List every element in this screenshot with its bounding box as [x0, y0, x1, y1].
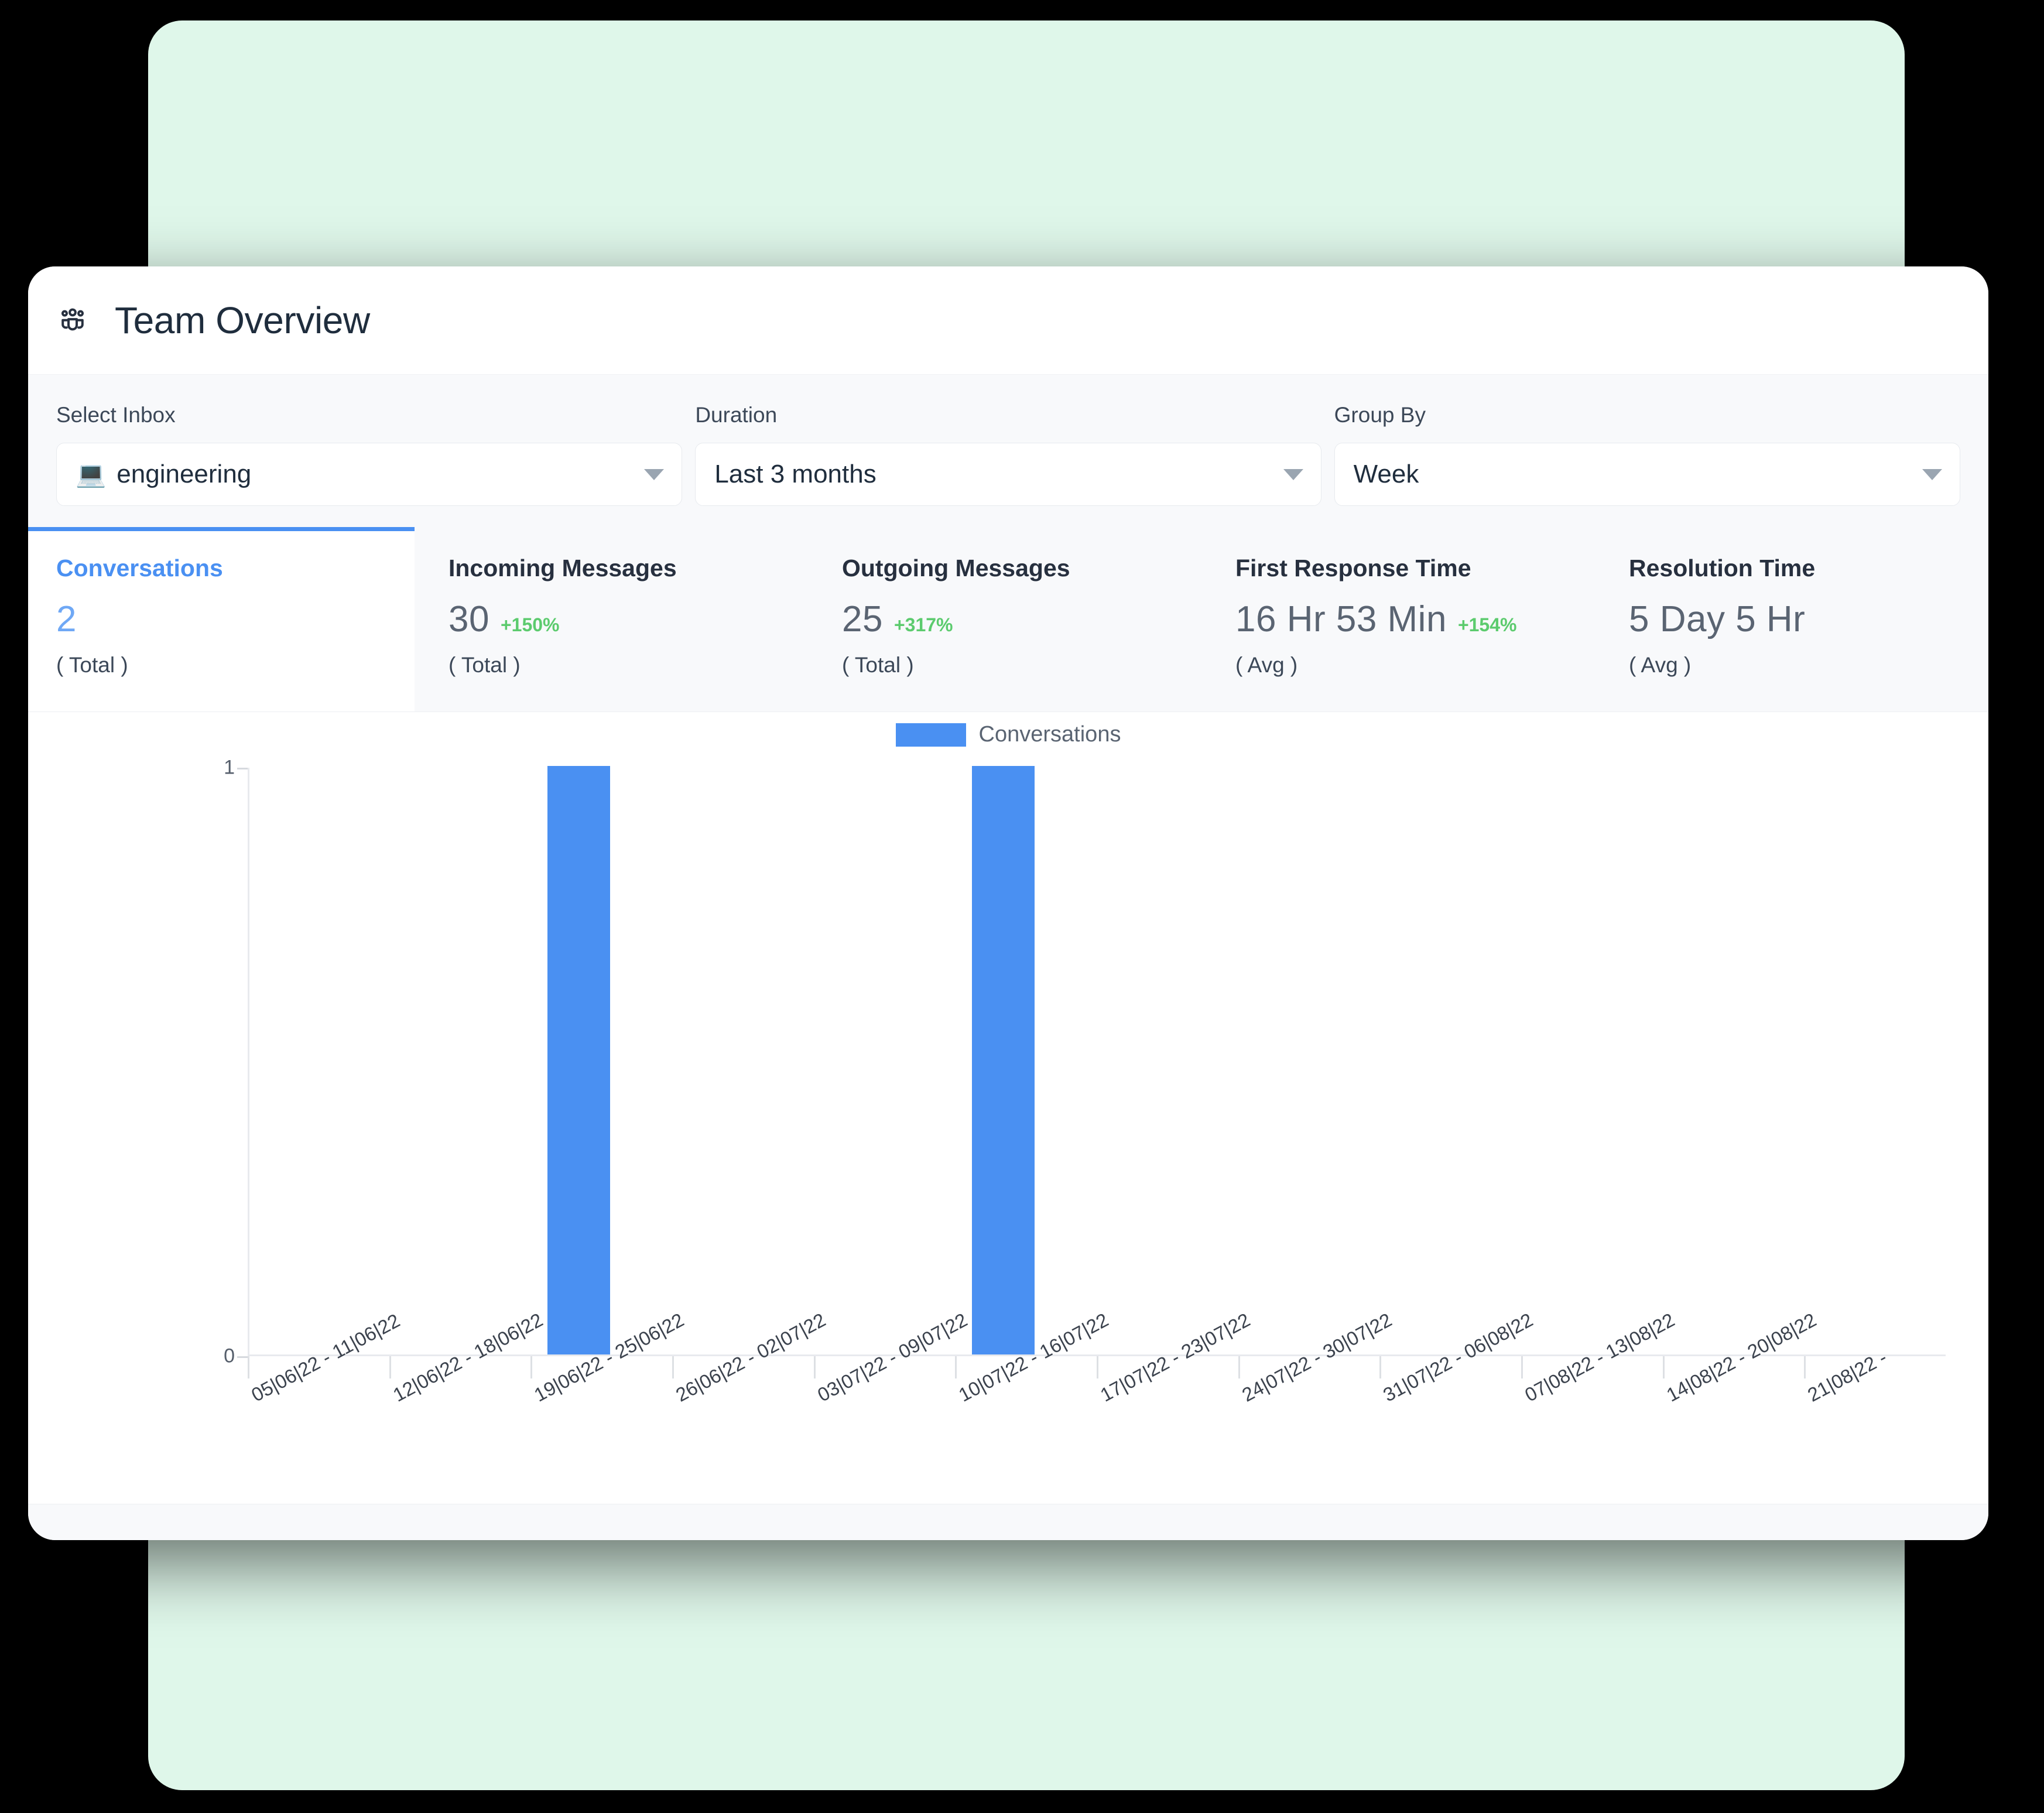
x-tick-mark [1379, 1356, 1382, 1378]
metric-tab-content: Outgoing Messages 25 +317% ( Total ) [808, 555, 1201, 678]
x-tick-mark [248, 1356, 249, 1378]
x-tick-label: 07|08|22 - 13|08|22 [1521, 1308, 1679, 1406]
y-tick-mark [237, 768, 248, 769]
x-tick-mark [955, 1356, 957, 1378]
metric-subtitle: ( Avg ) [1629, 653, 1692, 677]
x-tick-label: 05|06|22 - 11|06|22 [248, 1309, 403, 1406]
metric-value: 2 [56, 599, 77, 639]
metric-value: 16 Hr 53 Min [1235, 599, 1447, 639]
metric-tab-first-response-time[interactable]: First Response Time 16 Hr 53 Min +154% ( Av… [1201, 527, 1595, 711]
bar[interactable] [547, 766, 610, 1354]
y-axis-line [248, 768, 249, 1356]
metric-value-row: 5 Day 5 Hr [1629, 598, 1988, 640]
x-tick-mark [1097, 1356, 1098, 1378]
metric-value: 30 [448, 599, 489, 639]
x-tick-label: 31|07|22 - 06|08|22 [1379, 1308, 1537, 1406]
x-tick-mark [672, 1356, 674, 1378]
metric-title: Resolution Time [1629, 555, 1816, 581]
x-tick-label: 03|07|22 - 09|07|22 [813, 1308, 971, 1406]
card-footer-strip [28, 1504, 1988, 1540]
x-tick-mark [389, 1356, 391, 1378]
metric-title: First Response Time [1235, 555, 1471, 581]
filter-bar: Select Inbox 💻 engineering Duration Last… [28, 375, 1988, 527]
select-inbox-dropdown[interactable]: 💻 engineering [56, 443, 683, 506]
legend-label-conversations: Conversations [978, 722, 1121, 747]
metric-tab-content: Conversations 2 ( Total ) [28, 555, 415, 678]
chevron-down-icon [1283, 468, 1303, 480]
group-by-value: Week [1353, 460, 1419, 488]
select-inbox-label: Select Inbox [56, 403, 176, 427]
filter-group-duration: Duration Last 3 months [695, 403, 1321, 506]
select-inbox-value: engineering [117, 460, 252, 488]
team-overview-card: Team Overview Select Inbox 💻 engineering… [28, 266, 1988, 1540]
metric-subtitle: ( Total ) [842, 653, 914, 677]
metric-value: 25 [842, 599, 883, 639]
metric-value-row: 2 [56, 598, 415, 640]
metric-title: Outgoing Messages [842, 555, 1070, 581]
y-tick-label: 0 [224, 1345, 235, 1367]
metric-delta-badge: +154% [1457, 614, 1517, 635]
x-tick-label: 12|06|22 - 18|06|22 [389, 1308, 546, 1406]
chevron-down-icon [644, 468, 665, 480]
filter-group-select-inbox: Select Inbox 💻 engineering [56, 403, 683, 506]
chart-legend: Conversations [28, 722, 1988, 747]
x-tick-mark [1804, 1356, 1806, 1378]
metric-value-row: 25 +317% [842, 598, 1201, 640]
duration-dropdown[interactable]: Last 3 months [695, 443, 1321, 506]
laptop-icon: 💻 [76, 460, 107, 488]
metric-value: 5 Day 5 Hr [1629, 599, 1806, 639]
metrics-tab-row: Conversations 2( Total ) Incoming Messages… [28, 527, 1988, 712]
x-tick-mark [1521, 1356, 1523, 1378]
filter-group-group-by: Group By Week [1334, 403, 1960, 506]
metric-title: Incoming Messages [448, 555, 677, 581]
metric-title: Conversations [56, 555, 223, 581]
group-by-dropdown[interactable]: Week [1334, 443, 1960, 506]
chevron-down-icon [1922, 468, 1942, 480]
group-by-label: Group By [1334, 403, 1426, 427]
metric-value-row: 30 +150% [448, 598, 808, 640]
y-tick-mark [237, 1356, 248, 1358]
chart-plot-area: 0 1 05|06|22 - 11|06|22 12|06|22 - 18|06|22… [224, 757, 1946, 1406]
card-header: Team Overview [28, 266, 1988, 375]
x-tick-mark [813, 1356, 816, 1378]
x-tick-mark [530, 1356, 533, 1378]
metric-delta-badge: +317% [893, 614, 953, 635]
metric-tab-outgoing-messages[interactable]: Outgoing Messages 25 +317% ( Total ) [808, 527, 1201, 711]
bar[interactable] [972, 766, 1035, 1354]
duration-value: Last 3 months [714, 460, 877, 488]
conversations-bar-chart: Conversations 0 1 05|06|22 - 11|06|22 12|06… [28, 712, 1988, 1438]
metric-delta-badge: +150% [500, 614, 560, 635]
x-tick-label: 14|08|22 - 20|08|22 [1662, 1308, 1820, 1406]
metric-value-row: 16 Hr 53 Min +154% [1235, 598, 1595, 640]
legend-swatch-conversations [895, 723, 966, 747]
metric-tab-conversations[interactable]: Conversations 2 ( Total ) [28, 527, 415, 711]
duration-label: Duration [695, 403, 778, 427]
x-tick-label: 24|07|22 - 30|07|22 [1238, 1308, 1395, 1406]
metric-tab-content: Incoming Messages 30 +150% ( Total ) [415, 555, 808, 678]
metric-tab-resolution-time[interactable]: Resolution Time 5 Day 5 Hr ( Avg ) [1595, 527, 1988, 711]
x-tick-mark [1238, 1356, 1240, 1378]
x-tick-label: 26|06|22 - 02|07|22 [672, 1308, 830, 1406]
x-tick-label: 17|07|22 - 23|07|22 [1097, 1308, 1254, 1406]
metric-tab-content: First Response Time 16 Hr 53 Min +154% ( Av… [1201, 555, 1595, 678]
y-tick-label: 1 [224, 756, 235, 779]
metric-tab-incoming-messages[interactable]: Incoming Messages 30 +150% ( Total ) [415, 527, 808, 711]
metric-subtitle: ( Avg ) [1235, 653, 1298, 677]
metric-subtitle: ( Total ) [56, 653, 128, 677]
people-group-icon [56, 304, 89, 337]
metric-tab-content: Resolution Time 5 Day 5 Hr ( Avg ) [1595, 555, 1988, 678]
x-tick-mark [1662, 1356, 1665, 1378]
page-title: Team Overview [115, 299, 370, 341]
metric-subtitle: ( Total ) [448, 653, 521, 677]
